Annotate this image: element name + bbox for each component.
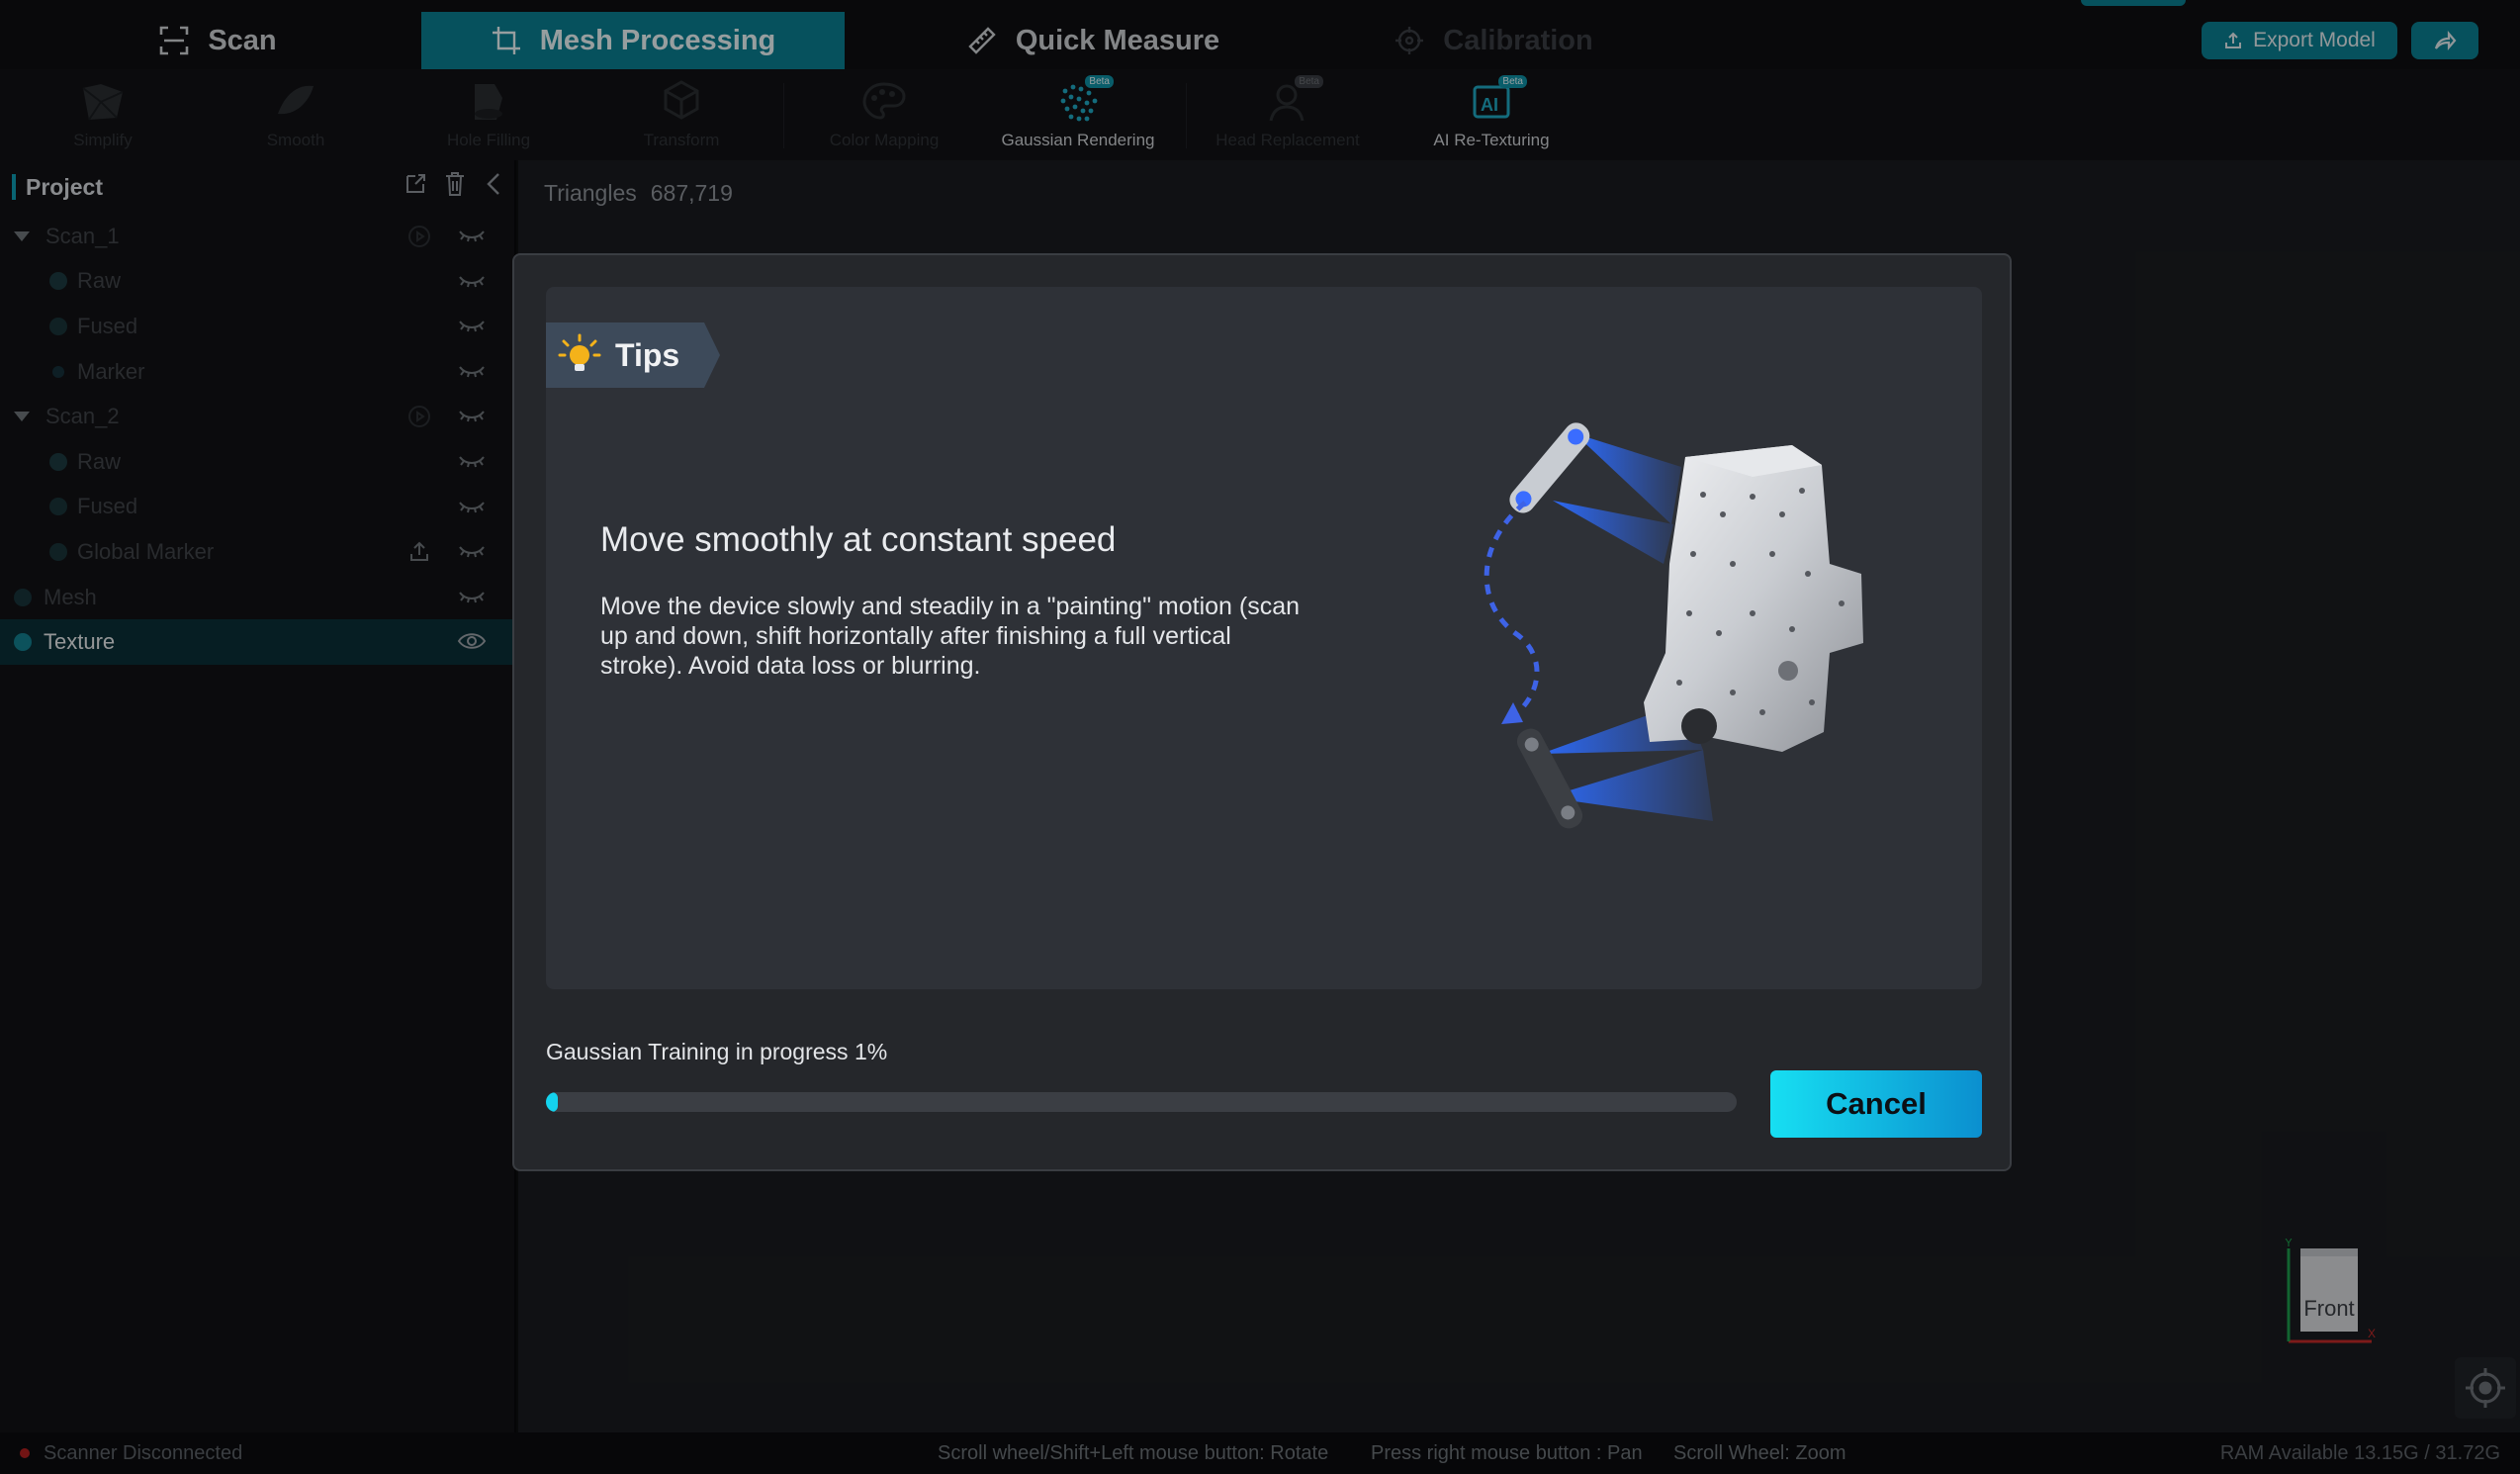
- gaussian-training-dialog: Tips Move smoothly at constant speed Mov…: [512, 253, 2012, 1171]
- tip-body: Move the device slowly and steadily in a…: [600, 593, 1301, 680]
- progress-bar: [546, 1092, 1737, 1112]
- lightbulb-icon: [558, 333, 601, 371]
- progress-label: Gaussian Training in progress 1%: [546, 1039, 888, 1064]
- cancel-button[interactable]: Cancel: [1770, 1070, 1982, 1138]
- tip-title: Move smoothly at constant speed: [600, 520, 1117, 559]
- scanning-motion-illustration: [1484, 422, 1863, 829]
- tips-banner: Tips: [546, 322, 720, 388]
- progress-fill: [546, 1092, 559, 1112]
- tip-card: Tips Move smoothly at constant speed Mov…: [546, 287, 1982, 989]
